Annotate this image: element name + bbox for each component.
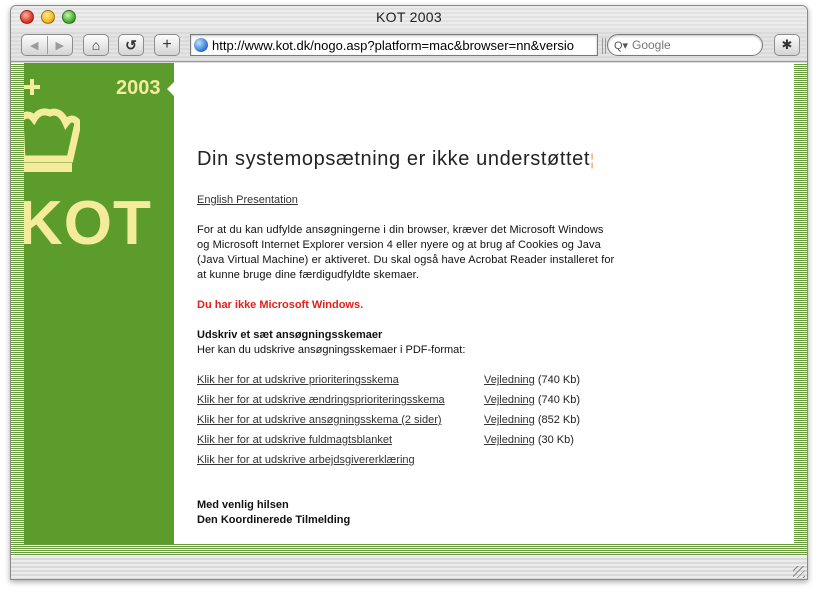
crown-icon [24, 79, 80, 172]
file-size: (740 Kb) [537, 374, 581, 386]
form-row-priority: Klik her for at udskrive prioriteringssk… [197, 374, 580, 389]
browser-toolbar: ◀ ▶ ⌂ ↺ + http://www.kot.dk/nogo.asp?pla… [11, 30, 807, 62]
guide-cell: Vejledning (852 Kb) [484, 414, 580, 426]
minimize-window-button[interactable] [41, 10, 55, 24]
report-bug-button[interactable]: ✱ [774, 34, 800, 56]
file-size: (852 Kb) [537, 414, 581, 426]
kot-sidebar: 2003 KOT [24, 63, 174, 544]
plus-icon: + [162, 36, 172, 53]
toolbar-resize-handle[interactable] [602, 38, 606, 54]
back-forward-buttons: ◀ ▶ [21, 34, 73, 56]
year-label: 2003 [116, 77, 161, 99]
search-field[interactable]: Q▾ [607, 34, 763, 56]
address-bar[interactable]: http://www.kot.dk/nogo.asp?platform=mac&… [190, 34, 598, 56]
add-bookmark-button[interactable]: + [154, 34, 180, 56]
search-input[interactable] [632, 38, 752, 52]
page-content: Din systemopsætning er ikke understøttet… [174, 63, 794, 544]
search-icon[interactable]: Q▾ [614, 39, 632, 52]
print-change-priority-form-link[interactable]: Klik her for at udskrive ændringspriorit… [197, 394, 445, 406]
guide-link[interactable]: Vejledning [484, 434, 535, 446]
resize-grip-icon[interactable] [793, 566, 805, 578]
requirements-paragraph: For at du kan udfylde ansøgningerne i di… [197, 224, 615, 281]
home-icon: ⌂ [91, 37, 101, 53]
guide-cell: Vejledning (740 Kb) [484, 374, 580, 386]
print-section-subtitle: Her kan du udskrive ansøgningsskemaer i … [197, 344, 466, 356]
year-arrow-icon [167, 82, 174, 96]
page-viewport[interactable]: 2003 KOT Din systemopsætning er ikke und… [11, 63, 807, 556]
heading-text: Din systemopsætning er ikke understøttet [197, 148, 591, 170]
guide-link[interactable]: Vejledning [484, 414, 535, 426]
guide-cell: Vejledning (30 Kb) [484, 434, 574, 446]
forward-arrow-icon[interactable]: ▶ [48, 39, 73, 52]
print-employer-declaration-link[interactable]: Klik her for at udskrive arbejdsgivererk… [197, 454, 415, 466]
reload-button[interactable]: ↺ [118, 34, 144, 56]
browser-window: KOT 2003 ◀ ▶ ⌂ ↺ + http://www.kot.dk/nog… [10, 5, 808, 580]
globe-icon [194, 38, 208, 52]
form-row-change-priority: Klik her for at udskrive ændringspriorit… [197, 394, 580, 409]
close-window-button[interactable] [20, 10, 34, 24]
bug-icon: ✱ [781, 37, 793, 52]
os-warning: Du har ikke Microsoft Windows. [197, 299, 364, 311]
closing-greeting: Med venlig hilsen [197, 499, 289, 511]
text-cursor-icon: ¦ [590, 152, 595, 169]
kot-logo: KOT [24, 189, 152, 258]
window-title: KOT 2003 [376, 9, 442, 25]
reload-icon: ↺ [125, 36, 137, 53]
print-power-of-attorney-link[interactable]: Klik her for at udskrive fuldmagtsblanke… [197, 434, 392, 446]
form-row-application: Klik her for at udskrive ansøgningsskema… [197, 414, 580, 429]
url-text[interactable]: http://www.kot.dk/nogo.asp?platform=mac&… [212, 38, 574, 53]
zoom-window-button[interactable] [62, 10, 76, 24]
page-heading: Din systemopsætning er ikke understøttet… [197, 148, 595, 171]
guide-cell: Vejledning (740 Kb) [484, 394, 580, 406]
file-size: (740 Kb) [537, 394, 581, 406]
print-section-title: Udskriv et sæt ansøgningsskemaer [197, 329, 383, 341]
back-arrow-icon[interactable]: ◀ [22, 39, 47, 52]
guide-link[interactable]: Vejledning [484, 394, 535, 406]
closing-sender: Den Koordinerede Tilmelding [197, 514, 351, 526]
guide-link[interactable]: Vejledning [484, 374, 535, 386]
print-priority-form-link[interactable]: Klik her for at udskrive prioriteringssk… [197, 374, 399, 386]
form-row-power-of-attorney: Klik her for at udskrive fuldmagtsblanke… [197, 434, 574, 449]
form-row-employer-declaration: Klik her for at udskrive arbejdsgivererk… [197, 454, 415, 469]
print-application-form-link[interactable]: Klik her for at udskrive ansøgningsskema… [197, 414, 442, 426]
status-bar [11, 556, 807, 579]
english-presentation-link[interactable]: English Presentation [197, 194, 298, 206]
file-size: (30 Kb) [537, 434, 574, 446]
title-bar[interactable]: KOT 2003 [11, 6, 807, 30]
home-button[interactable]: ⌂ [83, 34, 109, 56]
closing-signature: Med venlig hilsen Den Koordinerede Tilme… [197, 498, 350, 528]
